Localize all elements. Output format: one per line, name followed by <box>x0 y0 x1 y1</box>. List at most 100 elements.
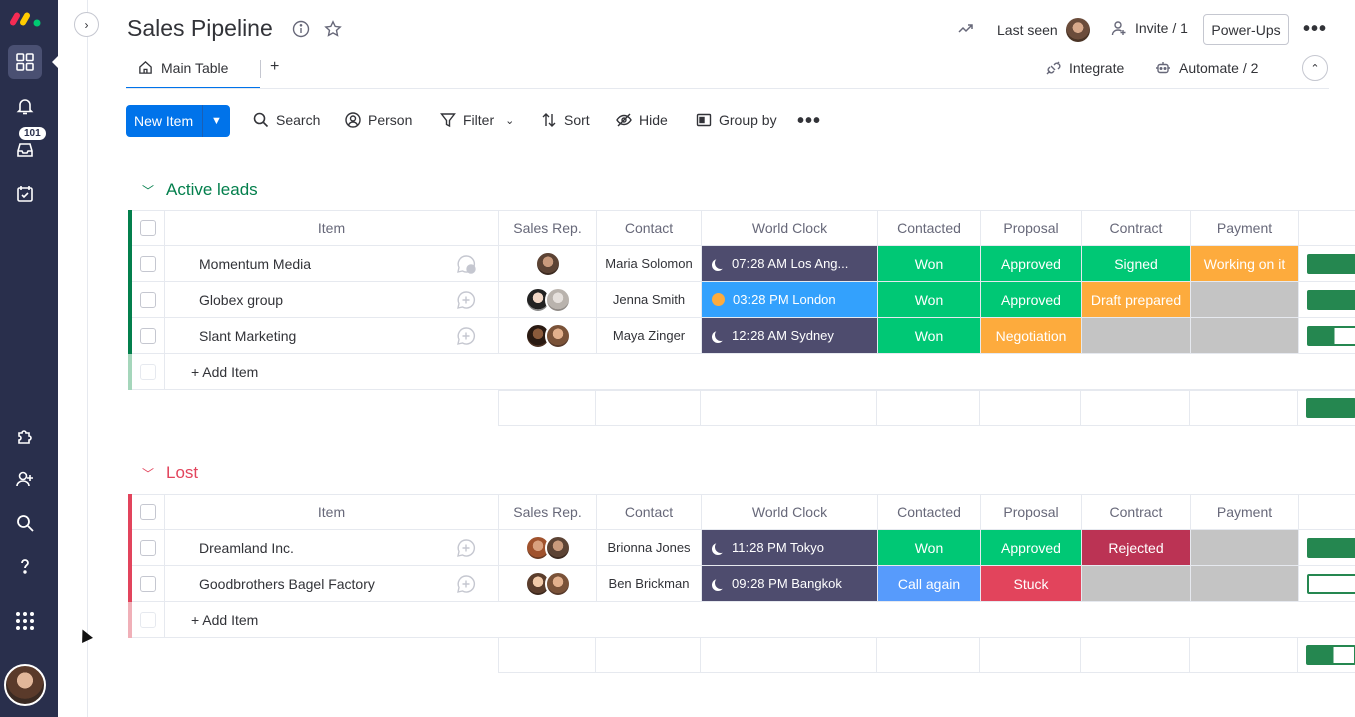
proposal-status[interactable]: Approved <box>981 246 1082 282</box>
contract-status[interactable]: Signed <box>1082 246 1191 282</box>
item-name[interactable]: Slant Marketing <box>165 318 434 354</box>
row-checkbox[interactable] <box>132 530 165 566</box>
select-all-checkbox[interactable] <box>132 494 165 530</box>
row-checkbox[interactable] <box>132 566 165 602</box>
group-title[interactable]: Lost <box>166 463 198 483</box>
search-button[interactable]: Search <box>253 112 320 128</box>
column-header-progress[interactable] <box>1299 494 1355 530</box>
checkbox[interactable] <box>140 220 156 236</box>
column-header-world-clock[interactable]: World Clock <box>702 494 878 530</box>
contact-cell[interactable]: Maria Solomon <box>597 246 702 282</box>
column-header-contract[interactable]: Contract <box>1082 210 1191 246</box>
filter-chevron-down-icon[interactable]: ⌄ <box>505 114 514 127</box>
column-header-proposal[interactable]: Proposal <box>981 210 1082 246</box>
sales-rep-cell[interactable] <box>499 246 597 282</box>
row-checkbox[interactable] <box>132 318 165 354</box>
contact-cell[interactable]: Ben Brickman <box>597 566 702 602</box>
sales-rep-cell[interactable] <box>499 530 597 566</box>
group-collapse-chevron-icon[interactable]: ﹀ <box>142 182 154 199</box>
item-name[interactable]: Momentum Media <box>165 246 434 282</box>
checkbox[interactable] <box>140 539 156 556</box>
item-updates[interactable] <box>434 246 499 282</box>
payment-status[interactable] <box>1191 282 1299 318</box>
contract-status[interactable]: Rejected <box>1082 530 1191 566</box>
sales-rep-cell[interactable] <box>499 318 597 354</box>
apps-puzzle-icon[interactable] <box>8 419 42 453</box>
filter-button[interactable]: Filter ⌄ <box>440 112 514 128</box>
world-clock-cell[interactable]: 09:28 PM Bangkok <box>702 566 878 602</box>
item-name[interactable]: Globex group <box>165 282 434 318</box>
group-by-button[interactable]: Group by <box>696 112 777 128</box>
checkbox[interactable] <box>140 327 156 344</box>
world-clock-cell[interactable]: 11:28 PM Tokyo <box>702 530 878 566</box>
column-header-contacted[interactable]: Contacted <box>878 494 981 530</box>
column-header-contact[interactable]: Contact <box>597 210 702 246</box>
column-header-sales-rep[interactable]: Sales Rep. <box>499 494 597 530</box>
help-question-icon[interactable] <box>8 549 42 583</box>
invite-members-icon[interactable] <box>8 462 42 496</box>
my-work-calendar-icon[interactable] <box>8 177 42 211</box>
column-header-item[interactable]: Item <box>165 210 499 246</box>
activity-icon[interactable] <box>958 20 974 36</box>
notifications-bell-icon[interactable] <box>8 89 42 123</box>
payment-status[interactable] <box>1191 530 1299 566</box>
collapse-header-chevron-up-icon[interactable]: ⌃ <box>1302 55 1328 81</box>
contacted-status[interactable]: Won <box>878 246 981 282</box>
add-item-row[interactable]: + Add Item <box>128 602 1355 638</box>
item-updates[interactable] <box>434 530 499 566</box>
column-header-payment[interactable]: Payment <box>1191 210 1299 246</box>
new-item-dropdown-chevron-icon[interactable]: ▼ <box>202 105 230 137</box>
hide-button[interactable]: Hide <box>616 112 668 128</box>
expand-panel-chevron-icon[interactable]: › <box>74 12 99 37</box>
contacted-status[interactable]: Won <box>878 530 981 566</box>
search-icon[interactable] <box>8 506 42 540</box>
proposal-status[interactable]: Stuck <box>981 566 1082 602</box>
workspace-grid-icon[interactable] <box>8 45 42 79</box>
column-header-contact[interactable]: Contact <box>597 494 702 530</box>
add-item-input[interactable]: + Add Item <box>165 602 1355 638</box>
user-avatar[interactable] <box>4 664 46 706</box>
tab-main-table[interactable]: Main Table <box>126 58 260 89</box>
automate-button[interactable]: Automate / 2 <box>1155 60 1258 76</box>
board-info-icon[interactable] <box>292 20 310 38</box>
row-checkbox[interactable] <box>132 246 165 282</box>
invite-button[interactable]: Invite / 1 <box>1111 20 1188 36</box>
checkbox[interactable] <box>140 291 156 308</box>
contact-cell[interactable]: Jenna Smith <box>597 282 702 318</box>
column-header-progress[interactable] <box>1299 210 1355 246</box>
column-header-contract[interactable]: Contract <box>1082 494 1191 530</box>
world-clock-cell[interactable]: 07:28 AM Los Ang... <box>702 246 878 282</box>
add-item-row[interactable]: + Add Item <box>128 354 1355 390</box>
add-view-button[interactable]: + <box>270 58 279 76</box>
item-name[interactable]: Goodbrothers Bagel Factory <box>165 566 434 602</box>
group-active-leads-header[interactable]: ﹀ Active leads <box>142 180 258 200</box>
add-item-input[interactable]: + Add Item <box>165 354 1355 390</box>
checkbox[interactable] <box>140 504 156 520</box>
power-ups-button[interactable]: Power-Ups <box>1203 14 1289 45</box>
product-switcher-icon[interactable] <box>8 604 42 638</box>
contract-status[interactable] <box>1082 566 1191 602</box>
sales-rep-cell[interactable] <box>499 566 597 602</box>
contract-status[interactable]: Draft prepared <box>1082 282 1191 318</box>
column-header-proposal[interactable]: Proposal <box>981 494 1082 530</box>
table-row[interactable]: Dreamland Inc. Brionna Jones 11:28 PM To… <box>128 530 1355 566</box>
proposal-status[interactable]: Approved <box>981 282 1082 318</box>
contact-cell[interactable]: Brionna Jones <box>597 530 702 566</box>
world-clock-cell[interactable]: 12:28 AM Sydney <box>702 318 878 354</box>
toolbar-more-icon[interactable]: ••• <box>797 110 821 133</box>
new-item-button[interactable]: New Item ▼ <box>126 105 230 137</box>
sales-rep-cell[interactable] <box>499 282 597 318</box>
proposal-status[interactable]: Approved <box>981 530 1082 566</box>
column-header-sales-rep[interactable]: Sales Rep. <box>499 210 597 246</box>
group-title[interactable]: Active leads <box>166 180 258 200</box>
column-header-contacted[interactable]: Contacted <box>878 210 981 246</box>
table-row[interactable]: Momentum Media Maria Solomon 07:28 AM Lo… <box>128 246 1355 282</box>
checkbox[interactable] <box>140 255 156 272</box>
last-seen[interactable]: Last seen <box>997 18 1090 42</box>
column-header-payment[interactable]: Payment <box>1191 494 1299 530</box>
board-more-menu-icon[interactable]: ••• <box>1303 18 1327 41</box>
group-lost-header[interactable]: ﹀ Lost <box>142 463 198 483</box>
monday-logo[interactable] <box>10 8 44 28</box>
world-clock-cell[interactable]: 03:28 PM London <box>702 282 878 318</box>
payment-status[interactable] <box>1191 566 1299 602</box>
